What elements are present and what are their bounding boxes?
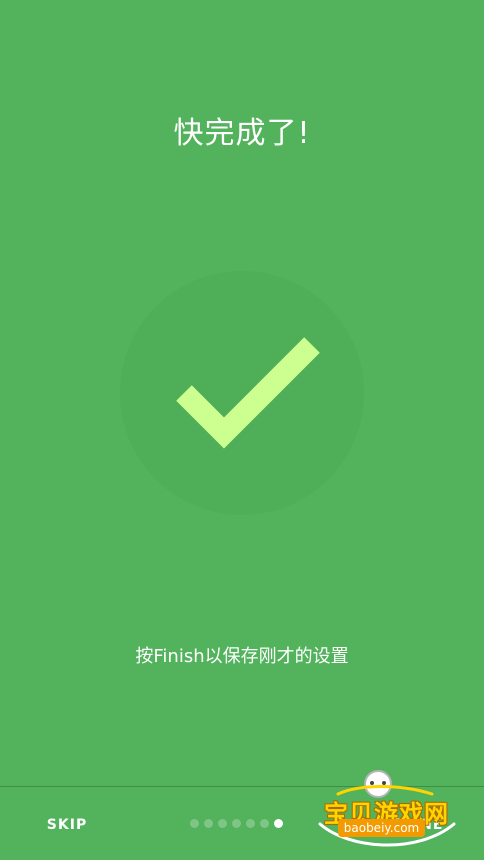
instruction-text: 按Finish以保存刚才的设置: [135, 646, 349, 667]
page-indicator-dot: [232, 819, 241, 828]
page-title: 快完成了!: [173, 116, 311, 151]
checkmark-icon: [176, 337, 320, 449]
page-indicator-dot: [204, 819, 213, 828]
skip-button[interactable]: SKIP: [34, 808, 100, 842]
page-indicator-dot: [246, 819, 255, 828]
page-indicator-dot: [260, 819, 269, 828]
page-indicator-dot: [218, 819, 227, 828]
site-watermark: 宝贝游戏网 baobeiy.com: [300, 764, 470, 856]
page-indicator: [190, 819, 283, 828]
watermark-site-url: baobeiy.com: [338, 819, 425, 837]
page-indicator-dot-active: [274, 819, 283, 828]
page-indicator-dot: [190, 819, 199, 828]
onboarding-finish-screen: 快完成了! 按Finish以保存刚才的设置 SKIP DONE 宝贝游戏网 ba…: [0, 0, 484, 860]
